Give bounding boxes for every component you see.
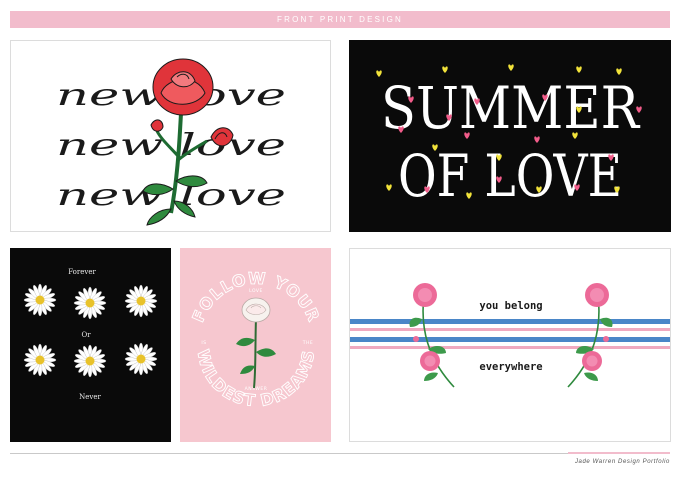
daisy-icon [23,283,57,317]
new-love-line-2: new love [56,128,286,163]
heart-icon [442,66,448,73]
the-text: THE [302,340,313,346]
daisy-icon [124,284,158,318]
daisy-icon [124,342,158,376]
daisy-icon [23,343,57,377]
stripe-band [350,319,670,349]
or-text: Or [81,331,91,339]
love-text: LOVE [249,288,263,294]
summer-text: SUMMER [381,74,641,142]
summer-of-love-artwork: SUMMER OF LOVE [376,64,642,210]
design-forever-or-never[interactable]: Forever Or Never [10,248,171,442]
you-belong-text: you belong [479,300,542,312]
of-love-text: OF LOVE [398,142,622,210]
daisy-icon [73,344,107,378]
daisy-icon [73,286,107,320]
heart-icon [508,64,514,71]
follow-dreams-artwork: FOLLOW YOUR WILDEST DREAMS LOVE IS THE A… [188,268,323,410]
left-rose-stem [409,283,455,388]
right-rose-stem [567,283,613,388]
design-follow-your-dreams[interactable]: FOLLOW YOUR WILDEST DREAMS LOVE IS THE A… [180,248,331,442]
design-new-love[interactable]: new love new love new love [10,40,331,232]
footer-accent-bar [568,452,670,454]
design-you-belong-everywhere[interactable]: you belong everywhere [349,248,671,442]
everywhere-text: everywhere [479,361,542,373]
answer-text: ANSWER [245,386,268,392]
daisy-artwork: Forever Or Never [23,268,158,401]
new-love-artwork: new love new love new love [56,58,286,226]
heart-icon [386,184,392,191]
design-summer-of-love[interactable]: SUMMER OF LOVE [349,40,671,232]
header-banner: FRONT PRINT DESIGN [10,11,670,28]
forever-text: Forever [68,268,96,276]
footer-credit: Jade Warren Design Portfolio [574,459,670,465]
page-title: FRONT PRINT DESIGN [277,15,403,24]
belong-artwork: you belong everywhere [350,283,670,388]
white-rose-illustration [236,297,276,389]
never-text: Never [79,393,101,401]
heart-icon [576,66,582,73]
is-text: IS [201,340,206,346]
